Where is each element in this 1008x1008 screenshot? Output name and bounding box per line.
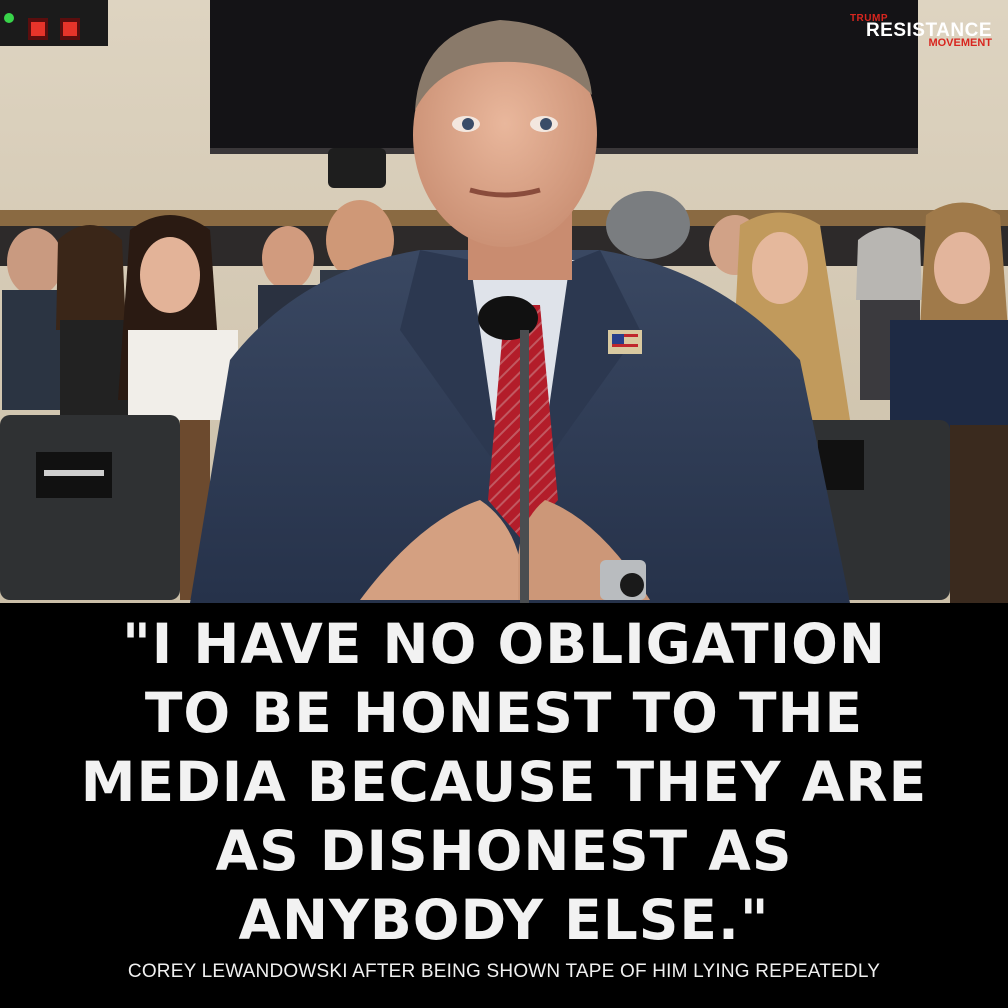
quote-line: ANYBODY ELSE." bbox=[238, 888, 770, 952]
brand-logo: TRUMP RESISTANCE MOVEMENT bbox=[850, 14, 992, 49]
quote-line: TO BE HONEST TO THE bbox=[144, 681, 864, 745]
quote-line: "I HAVE NO OBLIGATION bbox=[122, 612, 886, 676]
attribution-caption: COREY LEWANDOWSKI AFTER BEING SHOWN TAPE… bbox=[127, 961, 881, 982]
quote-text: "I HAVE NO OBLIGATION TO BE HONEST TO TH… bbox=[0, 610, 1008, 955]
meme-image: TRUMP RESISTANCE MOVEMENT "I HAVE NO OBL… bbox=[0, 0, 1008, 1008]
quote-line: AS DISHONEST AS bbox=[215, 819, 793, 883]
quote-line: MEDIA BECAUSE THEY ARE bbox=[80, 750, 928, 814]
hearing-photo bbox=[0, 0, 1008, 603]
